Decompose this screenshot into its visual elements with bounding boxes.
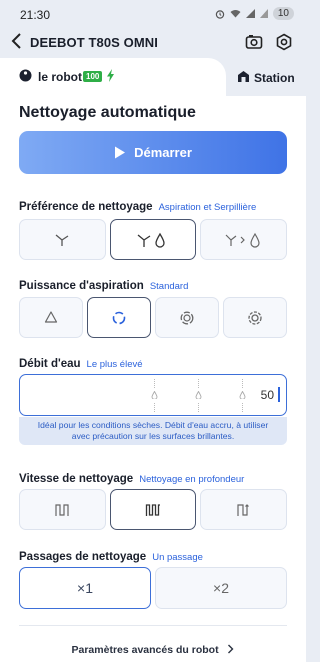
vacuum-mop-icon <box>137 232 165 248</box>
robot-icon <box>19 69 32 82</box>
page-title: Nettoyage automatique <box>19 104 196 121</box>
alarm-icon <box>215 9 225 19</box>
speed-custom-option[interactable] <box>200 489 288 530</box>
water-tick <box>242 379 244 388</box>
status-bar: 21:30 10 <box>0 0 306 28</box>
suction-heading: Puissance d'aspiration Standard <box>19 280 188 292</box>
suction-value: Standard <box>149 281 189 292</box>
robot-battery-badge: 100 <box>83 71 103 82</box>
passes-one-option[interactable]: ×1 <box>19 567 151 609</box>
water-note-line1: Idéal pour les conditions sèches. Débit … <box>37 420 269 430</box>
water-drop-mid-icon <box>195 391 202 399</box>
passes-options: ×1 ×2 <box>19 567 287 609</box>
custom-path-icon <box>237 503 249 516</box>
water-level-value: 50 <box>260 388 274 402</box>
water-tick <box>154 379 156 388</box>
water-flow-slider[interactable]: 50 <box>19 374 287 416</box>
camera-icon[interactable] <box>245 33 263 51</box>
start-button-label: Démarrer <box>134 145 192 160</box>
tab-robot[interactable]: le robot 100 <box>0 58 226 98</box>
charging-bolt-icon <box>107 69 114 82</box>
tab-station-label: Station <box>254 71 295 85</box>
signal-2-icon <box>259 9 268 18</box>
water-tick <box>198 379 200 388</box>
water-value: Le plus élevé <box>86 359 143 370</box>
tab-station[interactable]: Station <box>226 62 306 98</box>
signal-icon <box>245 9 255 18</box>
water-drop-low-icon <box>151 391 158 399</box>
max-icon <box>180 311 194 324</box>
quiet-icon <box>44 310 58 323</box>
vacuum-icon <box>55 234 69 246</box>
wifi-icon <box>230 10 241 18</box>
back-chevron-icon[interactable] <box>10 32 24 50</box>
passes-two-option[interactable]: ×2 <box>155 567 287 609</box>
suction-options <box>19 297 287 338</box>
standard-icon <box>112 311 126 324</box>
max-plus-icon <box>248 310 262 325</box>
speed-deep-option[interactable] <box>109 489 197 530</box>
status-icons: 10 <box>215 7 294 20</box>
cleaning-pref-vacuum-mop-option[interactable] <box>109 219 197 260</box>
suction-label: Puissance d'aspiration <box>19 280 144 292</box>
water-label: Débit d'eau <box>19 358 81 370</box>
passes-label: Passages de nettoyage <box>19 551 147 563</box>
play-icon <box>115 146 126 159</box>
device-title: DEEBOT T80S OMNI <box>30 35 159 50</box>
advanced-settings-link[interactable]: Paramètres avancés du robot <box>0 644 306 656</box>
speed-heading: Vitesse de nettoyage Nettoyage en profond… <box>19 473 244 485</box>
cleaning-pref-value: Aspiration et Serpillière <box>158 202 257 213</box>
speed-value: Nettoyage en profondeur <box>139 474 245 485</box>
water-note: Idéal pour les conditions sèches. Débit … <box>19 417 287 445</box>
water-tick <box>242 403 244 412</box>
cleaning-pref-label: Préférence de nettoyage <box>19 201 153 213</box>
water-slider-handle[interactable] <box>278 387 280 402</box>
status-time: 21:30 <box>20 8 51 22</box>
water-tick <box>154 403 156 412</box>
water-tick <box>198 403 200 412</box>
battery-indicator: 10 <box>272 7 294 20</box>
water-heading: Débit d'eau Le plus élevé <box>19 358 143 370</box>
cleaning-pref-options <box>19 219 288 260</box>
cleaning-pref-heading: Préférence de nettoyage Aspiration et Ser… <box>19 201 256 213</box>
main-panel: Nettoyage automatique Démarrer Préférenc… <box>0 96 306 662</box>
quick-path-icon <box>55 503 69 516</box>
cleaning-pref-vacuum-then-mop-option[interactable] <box>200 219 288 260</box>
vacuum-then-mop-icon <box>225 232 260 248</box>
station-icon <box>238 71 249 82</box>
water-drop-high-icon <box>239 391 246 399</box>
divider <box>19 625 287 626</box>
speed-options <box>19 489 288 530</box>
app-header: DEEBOT T80S OMNI <box>0 28 306 58</box>
tab-robot-label: le robot <box>38 70 82 84</box>
device-tabs: le robot 100 Station <box>0 58 306 98</box>
suction-standard-option[interactable] <box>87 297 151 338</box>
settings-hex-icon[interactable] <box>275 33 293 51</box>
water-note-line2: avec précaution sur les surfaces brillan… <box>71 431 235 441</box>
chevron-right-icon <box>228 644 234 654</box>
suction-max-plus-option[interactable] <box>223 297 287 338</box>
passes-value: Un passage <box>152 552 203 563</box>
suction-quiet-option[interactable] <box>19 297 83 338</box>
deep-path-icon <box>145 503 160 516</box>
speed-label: Vitesse de nettoyage <box>19 473 134 485</box>
speed-quick-option[interactable] <box>19 489 106 530</box>
suction-max-option[interactable] <box>155 297 219 338</box>
cleaning-pref-vacuum-option[interactable] <box>19 219 106 260</box>
passes-heading: Passages de nettoyage Un passage <box>19 551 203 563</box>
advanced-settings-label: Paramètres avancés du robot <box>71 644 219 656</box>
start-button[interactable]: Démarrer <box>19 131 287 174</box>
